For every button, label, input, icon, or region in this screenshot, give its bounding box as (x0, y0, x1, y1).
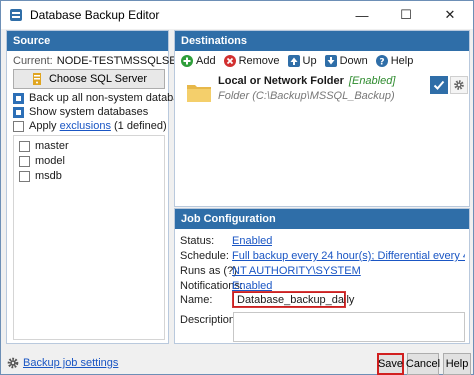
destinations-header: Destinations (175, 31, 469, 51)
destinations-help-button[interactable]: ? Help (375, 55, 414, 68)
runs-as-value-link[interactable]: NT AUTHORITY\SYSTEM (232, 265, 361, 277)
schedule-label: Schedule: (180, 250, 229, 262)
source-panel: Source Current: NODE-TEST\MSSQLSERVER201… (6, 30, 231, 344)
description-label: Description: (180, 314, 239, 326)
maximize-button[interactable]: ☐ (383, 1, 429, 29)
choose-sql-server-button[interactable]: Choose SQL Server (13, 69, 165, 89)
window-title: Database Backup Editor (30, 8, 160, 22)
destinations-toolbar: Add Remove Up Down ? Help (181, 51, 421, 71)
destination-path: Folder (C:\Backup\MSSQL_Backup) (218, 90, 395, 102)
close-button[interactable]: ✕ (427, 1, 473, 29)
settings-gear-icon (7, 357, 19, 369)
add-icon (181, 55, 193, 67)
add-label: Add (196, 55, 216, 67)
database-checkbox[interactable] (19, 140, 30, 152)
arrow-up-icon (287, 55, 300, 67)
source-header: Source (7, 31, 168, 51)
up-label: Up (302, 55, 317, 67)
arrow-down-icon (324, 55, 337, 67)
job-configuration-panel: Job Configuration Status: Enabled Schedu… (174, 208, 470, 344)
server-icon (31, 72, 43, 86)
remove-icon (223, 55, 236, 67)
list-item[interactable]: msdb (19, 170, 62, 182)
check-icon (433, 80, 445, 90)
notifications-value-link[interactable]: Enabled (232, 280, 272, 292)
show-system-databases-checkbox[interactable] (13, 106, 24, 118)
folder-icon (187, 85, 211, 102)
option-show-system[interactable]: Show system databases (13, 106, 148, 118)
svg-text:?: ? (379, 58, 384, 68)
option-apply-exclusions[interactable]: Apply exclusions (1 defined) (13, 120, 167, 132)
apply-exclusions-checkbox[interactable] (13, 120, 24, 132)
database-checkbox[interactable] (19, 170, 30, 182)
minimize-button[interactable]: — (339, 1, 385, 29)
job-description-input[interactable] (233, 312, 465, 342)
gear-icon (454, 80, 464, 90)
save-button[interactable]: Save (377, 353, 404, 375)
schedule-value-link[interactable]: Full backup every 24 hour(s); Differenti… (232, 250, 465, 262)
remove-label: Remove (238, 55, 280, 67)
show-system-databases-label: Show system databases (29, 106, 149, 118)
help-button[interactable]: Help (443, 353, 471, 375)
status-value-link[interactable]: Enabled (232, 235, 272, 247)
runs-as-label: Runs as (?): (180, 265, 240, 277)
destination-entry[interactable]: Local or Network Folder [Enabled] Folder … (182, 73, 468, 115)
app-database-icon (8, 7, 24, 23)
status-label: Status: (180, 235, 215, 247)
destination-status: [Enabled] (348, 75, 396, 87)
database-name: master (35, 140, 69, 152)
remove-destination-button[interactable]: Remove (223, 55, 280, 67)
destination-enabled-check-button[interactable] (430, 76, 448, 94)
cancel-button[interactable]: Cancel (406, 353, 440, 375)
list-item[interactable]: model (19, 155, 65, 167)
down-label: Down (339, 55, 368, 67)
apply-suffix: (1 defined) (114, 120, 167, 132)
database-backup-editor-window: Database Backup Editor — ☐ ✕ Source Curr… (0, 0, 474, 375)
add-destination-button[interactable]: Add (181, 55, 216, 67)
help-icon: ? (375, 55, 388, 68)
list-item[interactable]: master (19, 140, 69, 152)
destination-settings-button[interactable] (450, 76, 468, 94)
database-name: model (35, 155, 65, 167)
exclusions-link[interactable]: exclusions (60, 120, 111, 132)
backup-job-settings-label: Backup job settings (23, 357, 119, 369)
choose-sql-server-label: Choose SQL Server (48, 73, 148, 85)
title-bar: Database Backup Editor — ☐ ✕ (1, 1, 473, 29)
name-label: Name: (180, 294, 213, 306)
apply-prefix: Apply (29, 120, 57, 132)
job-name-input[interactable]: Database_backup_daily (232, 291, 354, 308)
move-down-button[interactable]: Down (324, 55, 368, 67)
backup-non-system-checkbox[interactable] (13, 92, 24, 104)
destinations-panel: Destinations Add Remove Up Down ? Help L… (174, 30, 470, 207)
help-label: Help (390, 55, 414, 67)
database-list: master model msdb (13, 135, 165, 340)
database-checkbox[interactable] (19, 155, 30, 167)
database-name: msdb (35, 170, 62, 182)
backup-job-settings-link[interactable]: Backup job settings (7, 357, 118, 369)
current-label: Current: (13, 55, 53, 67)
destination-name: Local or Network Folder (218, 75, 344, 87)
move-up-button[interactable]: Up (287, 55, 317, 67)
job-configuration-header: Job Configuration (175, 209, 469, 229)
